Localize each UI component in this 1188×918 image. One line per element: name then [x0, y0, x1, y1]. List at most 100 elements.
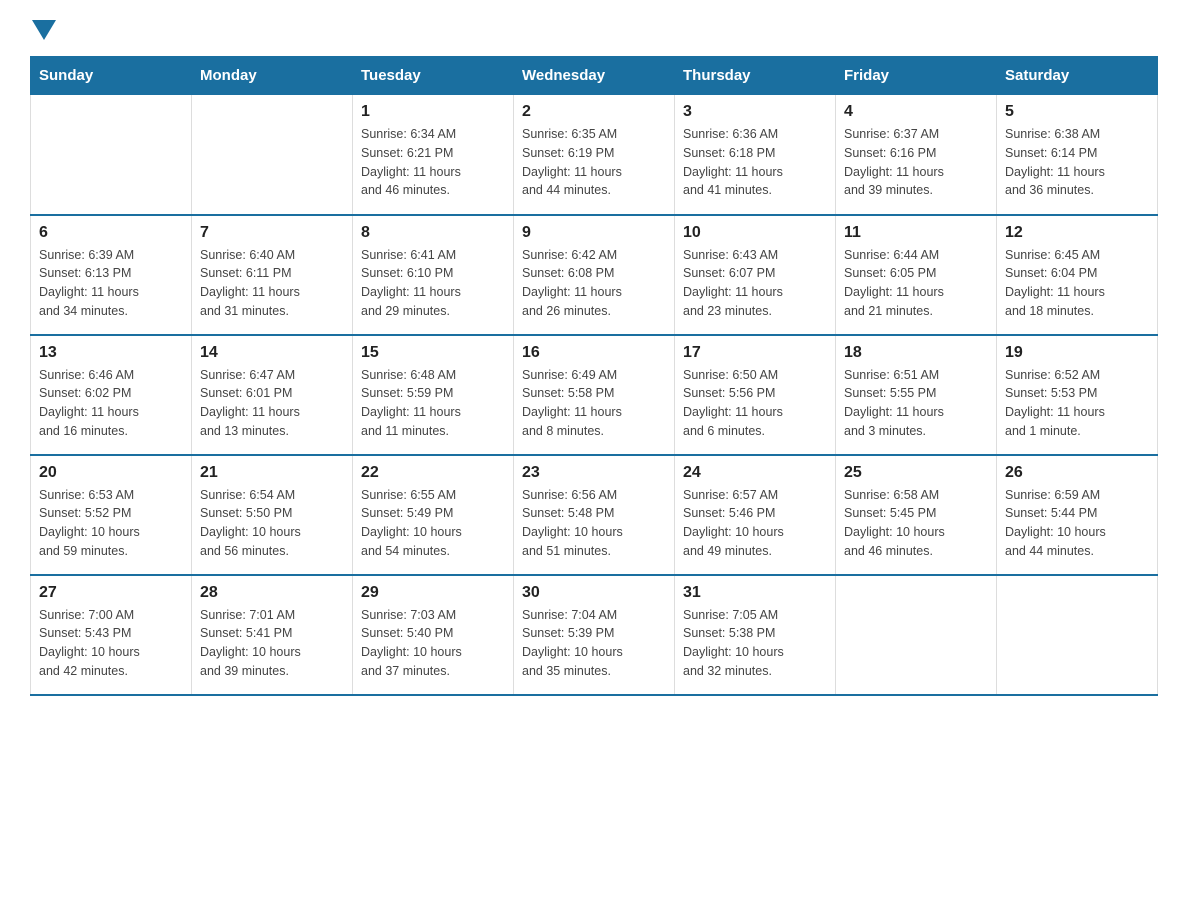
day-info: Sunrise: 6:53 AM Sunset: 5:52 PM Dayligh…: [39, 486, 183, 561]
calendar-cell: 9Sunrise: 6:42 AM Sunset: 6:08 PM Daylig…: [514, 215, 675, 335]
calendar-cell: [31, 95, 192, 215]
day-number: 16: [522, 344, 666, 362]
day-info: Sunrise: 7:03 AM Sunset: 5:40 PM Dayligh…: [361, 606, 505, 681]
calendar-week-row: 6 Sunrise: 6:39 AM Sunset: 6:13 PM Daylig…: [31, 215, 1158, 335]
day-number: 20: [39, 464, 183, 482]
day-info: Sunrise: 6:56 AM Sunset: 5:48 PM Dayligh…: [522, 486, 666, 561]
calendar-week-row: 27 Sunrise: 7:00 AM Sunset: 5:43 PM Dayli…: [31, 575, 1158, 695]
weekday-header-saturday: Saturday: [997, 57, 1158, 95]
day-number: 31: [683, 584, 827, 602]
calendar-cell: 15 Sunrise: 6:48 AM Sunset: 5:59 PM Dayli…: [353, 335, 514, 455]
calendar-cell: 7 Sunrise: 6:40 AM Sunset: 6:11 PM Daylig…: [192, 215, 353, 335]
day-info: Sunrise: 6:58 AM Sunset: 5:45 PM Dayligh…: [844, 486, 988, 561]
day-number: 1: [361, 103, 505, 121]
weekday-header-row: SundayMondayTuesdayWednesdayThursdayFrid…: [31, 57, 1158, 95]
calendar-cell: 12Sunrise: 6:45 AM Sunset: 6:04 PM Dayli…: [997, 215, 1158, 335]
calendar-cell: [192, 95, 353, 215]
day-number: 29: [361, 584, 505, 602]
weekday-header-sunday: Sunday: [31, 57, 192, 95]
day-number: 15: [361, 344, 505, 362]
calendar-cell: 17Sunrise: 6:50 AM Sunset: 5:56 PM Dayli…: [675, 335, 836, 455]
page-header: [30, 20, 1158, 36]
calendar-cell: 2Sunrise: 6:35 AM Sunset: 6:19 PM Daylig…: [514, 95, 675, 215]
weekday-header-wednesday: Wednesday: [514, 57, 675, 95]
day-number: 14: [200, 344, 344, 362]
calendar-week-row: 13Sunrise: 6:46 AM Sunset: 6:02 PM Dayli…: [31, 335, 1158, 455]
calendar-cell: 22 Sunrise: 6:55 AM Sunset: 5:49 PM Dayli…: [353, 455, 514, 575]
day-number: 21: [200, 464, 344, 482]
weekday-header-thursday: Thursday: [675, 57, 836, 95]
calendar-cell: 24 Sunrise: 6:57 AM Sunset: 5:46 PM Dayli…: [675, 455, 836, 575]
weekday-header-monday: Monday: [192, 57, 353, 95]
day-number: 24: [683, 464, 827, 482]
day-number: 8: [361, 224, 505, 242]
calendar-cell: 30Sunrise: 7:04 AM Sunset: 5:39 PM Dayli…: [514, 575, 675, 695]
calendar-cell: 29 Sunrise: 7:03 AM Sunset: 5:40 PM Dayli…: [353, 575, 514, 695]
day-number: 7: [200, 224, 344, 242]
calendar-cell: 27 Sunrise: 7:00 AM Sunset: 5:43 PM Dayli…: [31, 575, 192, 695]
day-number: 17: [683, 344, 827, 362]
day-info: Sunrise: 6:54 AM Sunset: 5:50 PM Dayligh…: [200, 486, 344, 561]
calendar-cell: 10Sunrise: 6:43 AM Sunset: 6:07 PM Dayli…: [675, 215, 836, 335]
weekday-header-tuesday: Tuesday: [353, 57, 514, 95]
day-info: Sunrise: 6:40 AM Sunset: 6:11 PM Dayligh…: [200, 246, 344, 321]
day-number: 11: [844, 224, 988, 242]
calendar-cell: 28 Sunrise: 7:01 AM Sunset: 5:41 PM Dayli…: [192, 575, 353, 695]
day-info: Sunrise: 6:41 AM Sunset: 6:10 PM Dayligh…: [361, 246, 505, 321]
day-number: 22: [361, 464, 505, 482]
logo: [30, 20, 56, 36]
day-number: 18: [844, 344, 988, 362]
calendar-cell: 8 Sunrise: 6:41 AM Sunset: 6:10 PM Daylig…: [353, 215, 514, 335]
calendar-cell: 25 Sunrise: 6:58 AM Sunset: 5:45 PM Dayli…: [836, 455, 997, 575]
day-number: 9: [522, 224, 666, 242]
day-number: 25: [844, 464, 988, 482]
day-number: 27: [39, 584, 183, 602]
day-number: 23: [522, 464, 666, 482]
day-info: Sunrise: 6:51 AM Sunset: 5:55 PM Dayligh…: [844, 366, 988, 441]
calendar-cell: 13Sunrise: 6:46 AM Sunset: 6:02 PM Dayli…: [31, 335, 192, 455]
day-info: Sunrise: 6:34 AM Sunset: 6:21 PM Dayligh…: [361, 125, 505, 200]
calendar-cell: 21 Sunrise: 6:54 AM Sunset: 5:50 PM Dayli…: [192, 455, 353, 575]
day-number: 3: [683, 103, 827, 121]
calendar-cell: 11Sunrise: 6:44 AM Sunset: 6:05 PM Dayli…: [836, 215, 997, 335]
calendar-cell: 14 Sunrise: 6:47 AM Sunset: 6:01 PM Dayli…: [192, 335, 353, 455]
day-number: 26: [1005, 464, 1149, 482]
day-info: Sunrise: 6:59 AM Sunset: 5:44 PM Dayligh…: [1005, 486, 1149, 561]
day-info: Sunrise: 6:39 AM Sunset: 6:13 PM Dayligh…: [39, 246, 183, 321]
day-info: Sunrise: 7:01 AM Sunset: 5:41 PM Dayligh…: [200, 606, 344, 681]
day-info: Sunrise: 7:05 AM Sunset: 5:38 PM Dayligh…: [683, 606, 827, 681]
calendar-table: SundayMondayTuesdayWednesdayThursdayFrid…: [30, 56, 1158, 696]
calendar-cell: [836, 575, 997, 695]
calendar-week-row: 1 Sunrise: 6:34 AM Sunset: 6:21 PM Daylig…: [31, 95, 1158, 215]
day-info: Sunrise: 6:57 AM Sunset: 5:46 PM Dayligh…: [683, 486, 827, 561]
calendar-cell: 31 Sunrise: 7:05 AM Sunset: 5:38 PM Dayli…: [675, 575, 836, 695]
calendar-cell: 6 Sunrise: 6:39 AM Sunset: 6:13 PM Daylig…: [31, 215, 192, 335]
calendar-cell: 20 Sunrise: 6:53 AM Sunset: 5:52 PM Dayli…: [31, 455, 192, 575]
day-number: 28: [200, 584, 344, 602]
day-info: Sunrise: 6:48 AM Sunset: 5:59 PM Dayligh…: [361, 366, 505, 441]
calendar-cell: 1 Sunrise: 6:34 AM Sunset: 6:21 PM Daylig…: [353, 95, 514, 215]
day-number: 30: [522, 584, 666, 602]
day-info: Sunrise: 6:47 AM Sunset: 6:01 PM Dayligh…: [200, 366, 344, 441]
day-info: Sunrise: 6:38 AM Sunset: 6:14 PM Dayligh…: [1005, 125, 1149, 200]
day-info: Sunrise: 6:55 AM Sunset: 5:49 PM Dayligh…: [361, 486, 505, 561]
day-number: 4: [844, 103, 988, 121]
day-info: Sunrise: 6:37 AM Sunset: 6:16 PM Dayligh…: [844, 125, 988, 200]
day-number: 5: [1005, 103, 1149, 121]
day-number: 6: [39, 224, 183, 242]
day-info: Sunrise: 6:43 AM Sunset: 6:07 PM Dayligh…: [683, 246, 827, 321]
day-number: 12: [1005, 224, 1149, 242]
day-info: Sunrise: 6:35 AM Sunset: 6:19 PM Dayligh…: [522, 125, 666, 200]
weekday-header-friday: Friday: [836, 57, 997, 95]
day-number: 19: [1005, 344, 1149, 362]
day-info: Sunrise: 6:36 AM Sunset: 6:18 PM Dayligh…: [683, 125, 827, 200]
calendar-cell: 16Sunrise: 6:49 AM Sunset: 5:58 PM Dayli…: [514, 335, 675, 455]
calendar-cell: 5 Sunrise: 6:38 AM Sunset: 6:14 PM Daylig…: [997, 95, 1158, 215]
day-info: Sunrise: 7:00 AM Sunset: 5:43 PM Dayligh…: [39, 606, 183, 681]
calendar-cell: 26 Sunrise: 6:59 AM Sunset: 5:44 PM Dayli…: [997, 455, 1158, 575]
day-info: Sunrise: 6:46 AM Sunset: 6:02 PM Dayligh…: [39, 366, 183, 441]
calendar-cell: 18 Sunrise: 6:51 AM Sunset: 5:55 PM Dayli…: [836, 335, 997, 455]
day-info: Sunrise: 6:52 AM Sunset: 5:53 PM Dayligh…: [1005, 366, 1149, 441]
calendar-cell: [997, 575, 1158, 695]
calendar-cell: 19 Sunrise: 6:52 AM Sunset: 5:53 PM Dayli…: [997, 335, 1158, 455]
